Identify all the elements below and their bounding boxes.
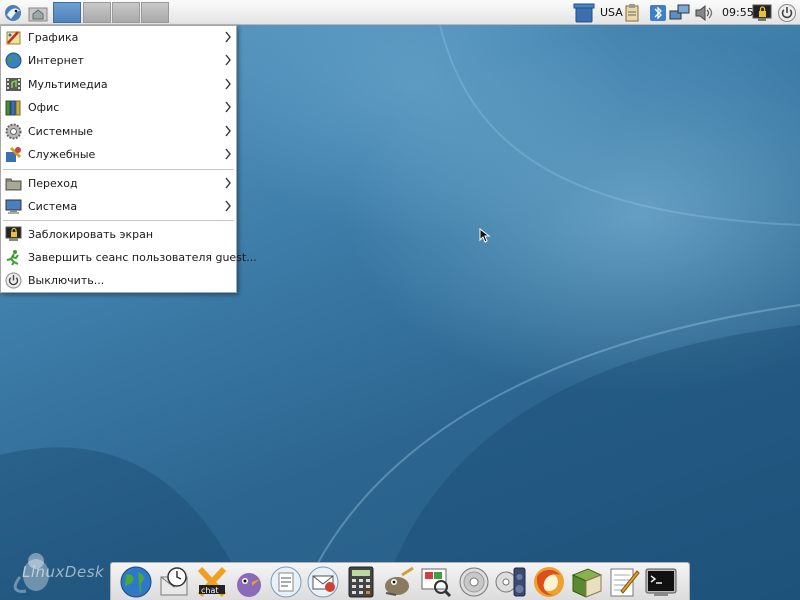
power-icon xyxy=(5,272,22,289)
computer-monitor-icon xyxy=(5,199,22,214)
top-panel: USA 09:55 xyxy=(0,0,800,25)
menu-item-internet[interactable]: Интернет xyxy=(1,49,236,72)
menu-item-label: Завершить сеанс пользователя guest... xyxy=(28,251,257,264)
mail-client-icon[interactable] xyxy=(306,565,340,599)
menu-item-office[interactable]: Офис xyxy=(1,96,236,119)
workspace-3[interactable] xyxy=(112,2,140,23)
submenu-arrow-icon xyxy=(225,54,231,66)
accessories-icon xyxy=(6,146,22,162)
graphics-icon xyxy=(6,31,21,45)
lock-screen-button[interactable] xyxy=(751,2,773,23)
multimedia-icon xyxy=(6,78,21,91)
bottom-dock: chat xyxy=(110,562,690,600)
menu-item-label: Интернет xyxy=(28,54,84,67)
logout-running-man-icon xyxy=(6,250,19,266)
menu-item-logout[interactable]: Завершить сеанс пользователя guest... xyxy=(1,246,257,269)
clipboard-icon xyxy=(625,3,639,21)
menu-item-places[interactable]: Переход xyxy=(1,172,236,195)
menu-item-system-tools[interactable]: Системные xyxy=(1,120,236,143)
calculator-icon[interactable] xyxy=(344,565,378,599)
submenu-arrow-icon xyxy=(225,31,231,43)
show-desktop-button[interactable] xyxy=(26,2,50,23)
menu-separator xyxy=(3,169,234,170)
keyboard-layout-indicator[interactable]: USA xyxy=(600,6,623,19)
menu-item-graphics[interactable]: Графика xyxy=(1,26,236,49)
menu-item-label: Системные xyxy=(28,125,93,138)
xchat-icon[interactable]: chat xyxy=(195,565,229,599)
firefox-icon[interactable] xyxy=(532,565,566,599)
mail-clock-icon[interactable] xyxy=(157,565,191,599)
menu-item-multimedia[interactable]: Мультимедиа xyxy=(1,73,236,96)
text-editor-icon[interactable] xyxy=(607,565,641,599)
trash-applet[interactable] xyxy=(572,2,596,23)
menu-item-shutdown[interactable]: Выключить... xyxy=(1,269,236,292)
bluetooth-applet[interactable] xyxy=(648,2,668,23)
workspace-2[interactable] xyxy=(83,2,111,23)
menu-item-system[interactable]: Система xyxy=(1,195,236,218)
lock-screen-icon xyxy=(5,226,22,241)
terminal-icon[interactable] xyxy=(644,565,678,599)
submenu-arrow-icon xyxy=(225,200,231,212)
bluetooth-icon xyxy=(650,4,666,21)
menu-item-label: Офис xyxy=(28,101,60,114)
menu-item-label: Система xyxy=(28,200,78,213)
menu-item-label: Заблокировать экран xyxy=(28,228,154,241)
cd-burner-icon[interactable] xyxy=(457,565,491,599)
mouse-pointer-icon xyxy=(479,228,491,243)
pidgin-icon[interactable] xyxy=(232,565,266,599)
menu-item-label: Графика xyxy=(28,31,79,44)
places-folder-icon xyxy=(5,178,22,191)
menu-item-lock-screen[interactable]: Заблокировать экран xyxy=(1,223,236,246)
main-menu-bird-icon xyxy=(5,4,21,21)
menu-item-label: Выключить... xyxy=(28,274,105,287)
media-player-icon[interactable] xyxy=(494,565,528,599)
power-icon xyxy=(778,3,796,22)
web-browser-globe-icon[interactable] xyxy=(119,565,153,599)
internet-globe-icon xyxy=(5,52,22,69)
menu-item-label: Мультимедиа xyxy=(28,78,108,91)
submenu-arrow-icon xyxy=(225,125,231,137)
svg-text:chat: chat xyxy=(201,586,219,595)
home-folder-icon xyxy=(28,7,48,21)
menu-separator xyxy=(3,220,234,221)
watermark-text: LinuxDesk xyxy=(22,563,105,581)
image-viewer-icon[interactable] xyxy=(419,565,453,599)
applications-menu: Графика Интернет Мультимедиа Офис Систем… xyxy=(0,25,257,293)
system-gear-icon xyxy=(5,123,22,140)
submenu-arrow-icon xyxy=(225,101,231,113)
menu-item-label: Переход xyxy=(28,177,78,190)
workspace-4[interactable] xyxy=(141,2,169,23)
lock-monitor-icon xyxy=(752,4,772,21)
submenu-arrow-icon xyxy=(225,177,231,189)
network-applet[interactable] xyxy=(669,2,691,23)
clock[interactable]: 09:55 xyxy=(722,6,754,19)
network-computers-icon xyxy=(669,4,690,19)
shutdown-button[interactable] xyxy=(776,2,798,23)
submenu-arrow-icon xyxy=(225,148,231,160)
workspace-1[interactable] xyxy=(53,2,81,23)
gimp-icon[interactable] xyxy=(382,565,416,599)
main-menu-button[interactable] xyxy=(2,2,24,23)
office-icon xyxy=(5,100,21,116)
menu-item-label: Служебные xyxy=(28,148,96,161)
volume-applet[interactable] xyxy=(692,2,716,23)
volume-speaker-icon xyxy=(695,4,713,21)
menu-item-accessories[interactable]: Служебные xyxy=(1,143,236,166)
document-viewer-icon[interactable] xyxy=(269,565,303,599)
clipboard-applet[interactable] xyxy=(623,2,641,23)
submenu-arrow-icon xyxy=(225,78,231,90)
dictionary-books-icon[interactable] xyxy=(570,565,604,599)
trash-bin-icon xyxy=(573,3,595,23)
